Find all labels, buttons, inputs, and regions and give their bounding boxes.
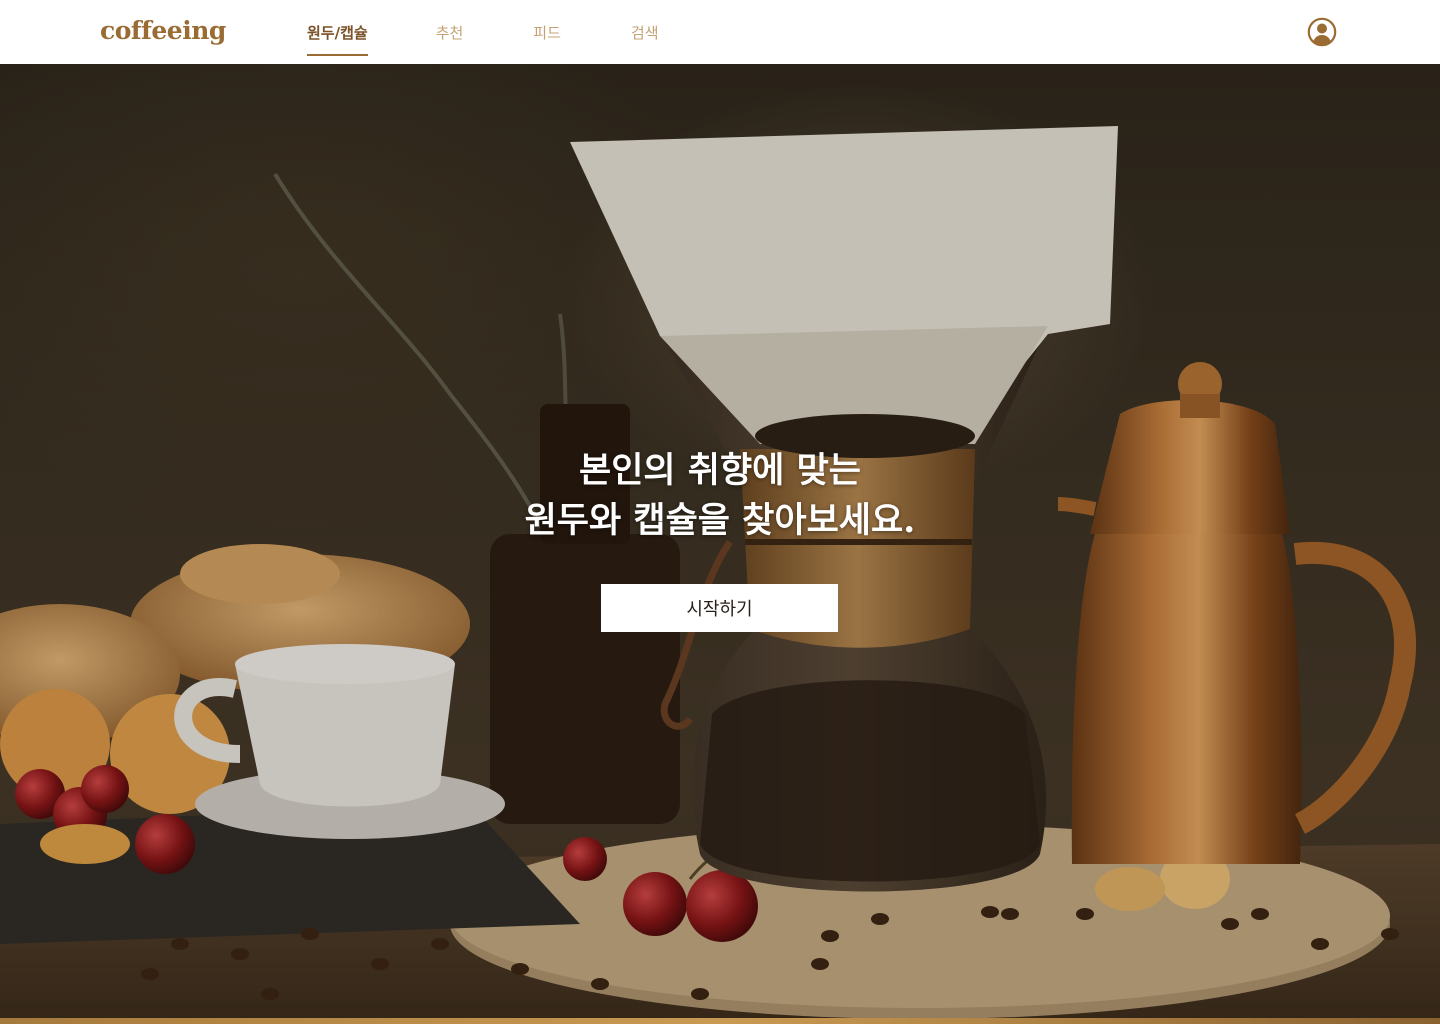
hero-title-line-1: 본인의 취향에 맞는 xyxy=(579,450,861,491)
main-nav: 원두/캡슐 추천 피드 검색 xyxy=(307,0,659,64)
profile-button[interactable] xyxy=(1307,17,1337,47)
hero-title-line-2: 원두와 캡슐을 찾아보세요. xyxy=(524,500,916,541)
nav-item-recommend[interactable]: 추천 xyxy=(436,0,464,64)
start-button[interactable]: 시작하기 xyxy=(601,584,838,632)
logo[interactable]: coffeeing xyxy=(100,16,226,46)
nav-item-search[interactable]: 검색 xyxy=(631,0,659,64)
hero-title: 본인의 취향에 맞는 원두와 캡슐을 찾아보세요. xyxy=(0,446,1440,546)
top-header: coffeeing 원두/캡슐 추천 피드 검색 xyxy=(0,0,1440,64)
nav-item-feed[interactable]: 피드 xyxy=(533,0,561,64)
user-circle-icon xyxy=(1307,17,1337,47)
hero-section: 본인의 취향에 맞는 원두와 캡슐을 찾아보세요. 시작하기 xyxy=(0,64,1440,1024)
bottom-strip xyxy=(0,1018,1440,1024)
nav-item-beans-capsules[interactable]: 원두/캡슐 xyxy=(307,0,368,64)
